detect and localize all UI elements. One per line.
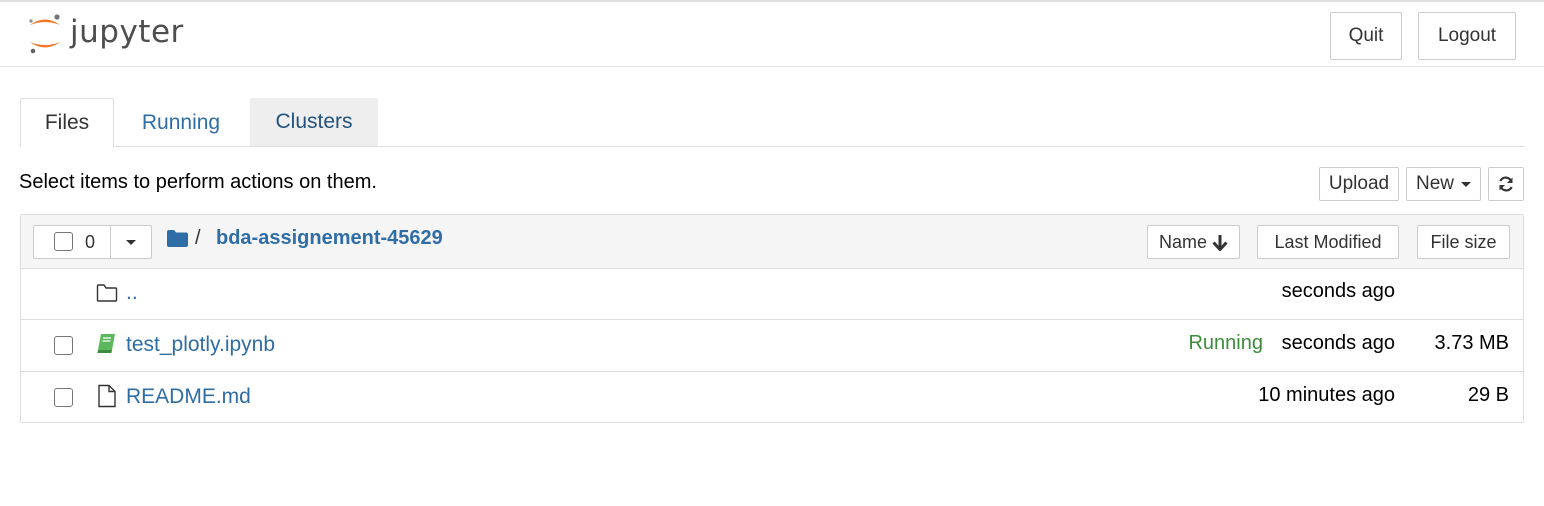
last-modified: seconds ago: [1281, 280, 1395, 302]
jupyter-logo-icon: [29, 14, 60, 54]
folder-icon: [96, 284, 118, 302]
jupyter-logo[interactable]: jupyter: [26, 12, 206, 58]
list-item[interactable]: test_plotly.ipynb Running seconds ago 3.…: [21, 319, 1523, 371]
sort-by-name-button[interactable]: Name: [1147, 225, 1240, 259]
new-button[interactable]: New: [1406, 167, 1481, 201]
tab-running[interactable]: Running: [114, 98, 248, 147]
file-size: 29 B: [1467, 384, 1509, 406]
row-checkbox[interactable]: [54, 336, 73, 355]
select-all-group: 0: [33, 225, 152, 259]
arrow-down-icon: [1212, 234, 1228, 251]
last-modified: 10 minutes ago: [1258, 384, 1395, 406]
folder-icon[interactable]: [167, 230, 188, 247]
select-dropdown-button[interactable]: [111, 226, 151, 258]
new-button-label: New: [1415, 173, 1454, 194]
file-name-link[interactable]: README.md: [126, 385, 251, 409]
select-all-control[interactable]: 0: [34, 226, 111, 258]
file-list: 0 / bda-assignement-45629 Name Last Modi…: [20, 214, 1524, 423]
upload-button[interactable]: Upload: [1319, 167, 1399, 201]
selected-count: 0: [85, 232, 96, 252]
running-status: Running: [1188, 332, 1263, 354]
sort-by-modified-button[interactable]: Last Modified: [1257, 225, 1399, 259]
select-all-checkbox[interactable]: [54, 232, 73, 251]
file-size: 3.73 MB: [1434, 332, 1509, 354]
list-item[interactable]: README.md 10 minutes ago 29 B: [21, 371, 1523, 423]
file-icon: [98, 384, 116, 408]
refresh-icon: [1499, 176, 1513, 192]
file-name-link[interactable]: ..: [126, 281, 138, 305]
breadcrumb-separator: /: [195, 227, 201, 249]
quit-button[interactable]: Quit: [1330, 12, 1402, 60]
refresh-button[interactable]: [1488, 167, 1524, 201]
row-checkbox[interactable]: [54, 388, 73, 407]
header: jupyter Quit Logout: [0, 2, 1544, 67]
sort-name-label: Name: [1158, 231, 1207, 252]
sort-by-size-button[interactable]: File size: [1417, 225, 1510, 259]
tab-clusters[interactable]: Clusters: [250, 98, 378, 146]
logo-text: jupyter: [70, 14, 184, 50]
file-name-link[interactable]: test_plotly.ipynb: [126, 333, 275, 357]
last-modified: seconds ago: [1281, 332, 1395, 354]
selection-hint: Select items to perform actions on them.: [19, 171, 377, 193]
tab-files[interactable]: Files: [20, 98, 114, 147]
chevron-down-icon: [126, 239, 136, 245]
breadcrumb-folder-link[interactable]: bda-assignement-45629: [216, 227, 443, 250]
notebook-icon: [97, 334, 115, 353]
chevron-down-icon: [1461, 181, 1471, 187]
file-list-header: 0 / bda-assignement-45629 Name Last Modi…: [21, 215, 1523, 269]
logout-button[interactable]: Logout: [1418, 12, 1516, 60]
list-item[interactable]: .. seconds ago: [21, 268, 1523, 319]
